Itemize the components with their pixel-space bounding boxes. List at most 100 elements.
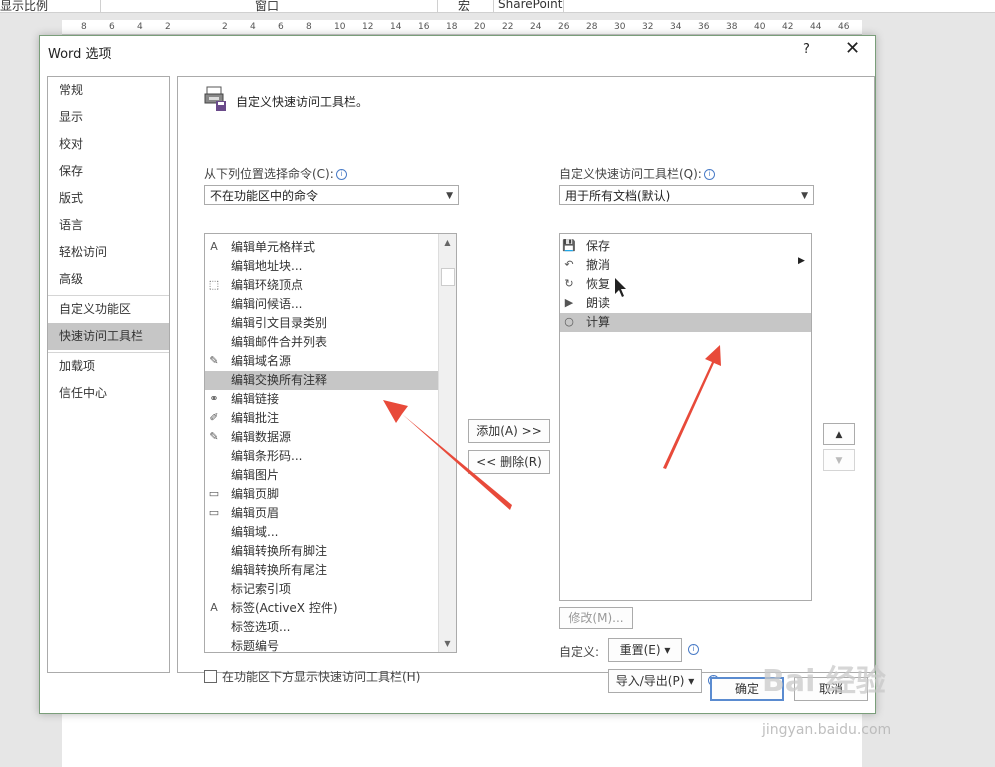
command-item[interactable]: 标题编号 [205,637,439,653]
ruler-tick-label: 36 [698,22,710,32]
command-label: 标签选项... [231,620,291,634]
help-button[interactable]: ? [803,42,810,57]
command-item[interactable]: A 编辑单元格样式 [205,238,439,257]
toolbar-item-label: 朗读 [586,296,611,310]
nav-item[interactable]: 语言 [48,212,169,239]
toolbar-item-icon: 💾 [562,239,576,252]
nav-item[interactable]: 快速访问工具栏 [48,323,169,350]
toolbar-item[interactable]: ○ 计算 [560,313,811,332]
toolbar-item-icon: ↶ [564,258,574,271]
command-item[interactable]: 编辑问候语... [205,295,439,314]
show-below-ribbon-checkbox[interactable] [204,670,217,683]
nav-item[interactable]: 显示 [48,104,169,131]
toolbar-item[interactable]: ↶ 撤消 [560,256,811,275]
add-button[interactable]: 添加(A) >> [468,419,550,443]
word-options-dialog: Word 选项 ? ✕ 常规 显示 校对 保存 版式 语言 轻松访问 高级 自定义功能区 快速访问… [39,35,876,714]
nav-item[interactable]: 常规 [48,77,169,104]
command-item[interactable]: ▭ 编辑页眉 [205,504,439,523]
command-item[interactable]: 编辑条形码... [205,447,439,466]
command-item[interactable]: 编辑转换所有脚注 [205,542,439,561]
command-label: 编辑批注 [231,411,280,425]
toolbar-item[interactable]: 💾 保存 [560,237,811,256]
import-export-button[interactable]: 导入/导出(P) ▾ [608,669,702,693]
command-icon [207,563,221,577]
ruler-tick-label: 44 [810,22,822,32]
nav-item[interactable]: 加载项 [48,353,169,380]
remove-button[interactable]: << 删除(R) [468,450,550,474]
nav-item[interactable]: 信任中心 [48,380,169,407]
command-item[interactable]: ⬚ 编辑环绕顶点 [205,276,439,295]
move-down-button[interactable]: ▼ [823,449,855,471]
command-icon: A [210,601,218,614]
ruler-tick-label: 6 [109,22,115,32]
command-item[interactable]: ✎ 编辑域名源 [205,352,439,371]
ruler-tick-label: 32 [642,22,654,32]
command-label: 编辑条形码... [231,449,303,463]
command-label: 编辑图片 [231,468,280,482]
command-item[interactable]: ✎ 编辑数据源 [205,428,439,447]
command-icon: ⚭ [209,392,219,405]
horizontal-ruler[interactable]: 8 6 4 2 2 4 6 8 10 12 14 16 18 20 22 24 26 28 30 32 34 36 38 40… [62,20,862,35]
ruler-tick-label: 46 [838,22,850,32]
close-button[interactable]: ✕ [845,38,860,59]
command-item[interactable]: 编辑图片 [205,466,439,485]
command-item[interactable]: 编辑转换所有尾注 [205,561,439,580]
nav-item[interactable]: 轻松访问 [48,239,169,266]
ruler-tick-label: 34 [670,22,682,32]
command-icon [207,316,221,330]
toolbar-item-label: 撤消 [586,258,611,272]
command-item[interactable]: 标记索引项 [205,580,439,599]
command-item[interactable]: ✐ 编辑批注 [205,409,439,428]
nav-item[interactable]: 自定义功能区 [48,296,169,323]
toolbar-items-list[interactable]: 💾 保存 ↶ 撤消 ↻ 恢复 ▶ 朗读 ○ 计算 ▶ [559,233,812,601]
command-label: 编辑交换所有注释 [231,373,328,387]
expand-arrow-icon[interactable]: ▶ [798,256,805,266]
command-item[interactable]: 编辑地址块... [205,257,439,276]
nav-item[interactable]: 高级 [48,266,169,293]
command-label: 编辑页脚 [231,487,280,501]
command-label: 编辑问候语... [231,297,303,311]
ruler-tick-label: 18 [446,22,458,32]
commands-scrollbar[interactable]: ▲ ▼ [438,234,456,652]
nav-item[interactable]: 版式 [48,185,169,212]
commands-list[interactable]: A 编辑单元格样式 编辑地址块... ⬚ 编辑环绕顶点 编辑问候语... 编辑引文目录类别编… [204,233,457,653]
choose-commands-dropdown[interactable]: 不在功能区中的命令 ▼ [204,185,459,205]
command-item[interactable]: A 标签(ActiveX 控件) [205,599,439,618]
command-icon [207,525,221,539]
ruler-tick-label: 8 [81,22,87,32]
customize-toolbar-dropdown[interactable]: 用于所有文档(默认) ▼ [559,185,814,205]
command-label: 编辑引文目录类别 [231,316,328,330]
command-item[interactable]: 编辑邮件合并列表 [205,333,439,352]
nav-item[interactable]: 保存 [48,158,169,185]
ruler-tick-label: 22 [502,22,514,32]
command-item[interactable]: 编辑域... [205,523,439,542]
toolbar-item[interactable]: ↻ 恢复 [560,275,811,294]
command-icon: ▭ [208,506,220,519]
command-item[interactable]: 编辑引文目录类别 [205,314,439,333]
command-item[interactable]: 编辑交换所有注释 [205,371,439,390]
command-item[interactable]: 标签选项... [205,618,439,637]
scroll-thumb[interactable] [441,268,455,286]
reset-button[interactable]: 重置(E) ▾ [608,638,682,662]
ruler-tick-label: 14 [390,22,402,32]
command-label: 编辑单元格样式 [231,240,316,254]
scroll-up-icon[interactable]: ▲ [439,234,456,251]
baidu-watermark-logo: Bai 经验 [762,664,886,699]
info-icon: i [335,169,347,180]
section-heading: 自定义快速访问工具栏。 [236,95,369,109]
scroll-down-icon[interactable]: ▼ [439,635,456,652]
command-label: 编辑域名源 [231,354,292,368]
toolbar-item[interactable]: ▶ 朗读 [560,294,811,313]
move-up-button[interactable]: ▲ [823,423,855,445]
nav-item[interactable]: 校对 [48,131,169,158]
ruler-tick-label: 2 [165,22,171,32]
chevron-down-icon: ▼ [801,191,808,201]
command-item[interactable]: ⚭ 编辑链接 [205,390,439,409]
command-label: 标题编号 [231,639,280,653]
modify-button[interactable]: 修改(M)... [559,607,633,629]
ruler-tick-label: 10 [334,22,346,32]
command-icon [207,335,221,349]
command-item[interactable]: ▭ 编辑页脚 [205,485,439,504]
customize-toolbar-label: 自定义快速访问工具栏(Q): i [559,165,715,182]
info-icon: i [688,644,699,655]
